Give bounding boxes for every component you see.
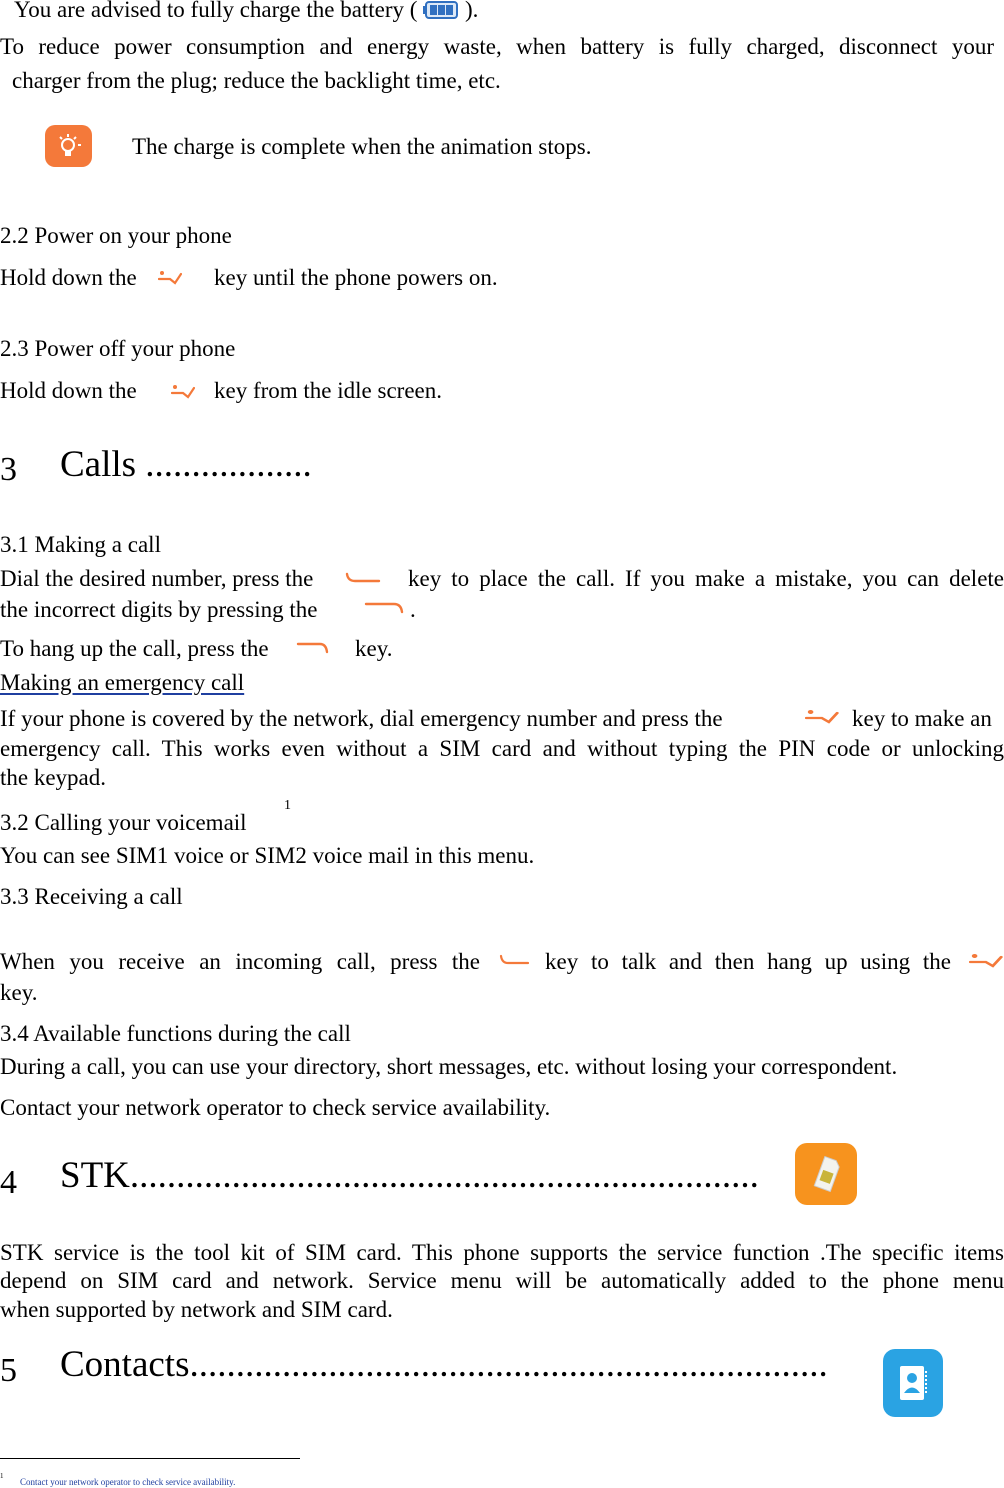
footnote-mark: 1 [0,1472,4,1480]
making-call-line2a: the incorrect digits by pressing the [0,597,318,622]
power-off-text-end: key from the idle screen. [214,378,442,403]
heading-available-functions: 3.4 Available functions during the call [0,1021,351,1046]
chapter-number-stk: 4 [0,1164,17,1201]
end-key-icon [969,953,1003,968]
right-softkey-icon [296,642,329,654]
heading-voicemail: 3.2 Calling your voicemail [0,810,247,835]
receiving-line1b: key to talk and then hang up using the [545,949,951,974]
reduce-power-line2: charger from the plug; reduce the backli… [12,68,501,93]
chapter-title-contacts: Contacts................................… [60,1344,828,1385]
battery-advice: You are advised to fully charge the batt… [14,0,478,23]
chapter-title-calls: Calls .................. [60,444,312,485]
receiving-line1a: When you receive an incoming call, press… [0,949,480,974]
footnote-text: Contact your network operator to check s… [20,1477,236,1487]
making-call-line1b: key to place the call. If you make a mis… [408,566,1004,591]
heading-power-on: 2.2 Power on your phone [0,223,232,248]
receiving-line2: key. [0,980,38,1005]
heading-power-off: 2.3 Power off your phone [0,336,236,361]
functions-line1: During a call, you can use your director… [0,1054,898,1079]
battery-icon [423,1,459,19]
making-call-line1a: Dial the desired number, press the [0,566,314,591]
chapter-number-calls: 3 [0,451,17,488]
emergency-line1a: If your phone is covered by the network,… [0,706,723,731]
contacts-icon [883,1349,943,1417]
voicemail-text: You can see SIM1 voice or SIM2 voice mai… [0,843,535,868]
lightbulb-tip-icon [45,125,92,167]
right-softkey-icon [364,602,404,614]
emergency-line3: the keypad. [0,765,107,790]
footnote-divider [0,1458,300,1459]
power-on-text: Hold down the [0,265,137,290]
stk-line2: depend on SIM card and network. Service … [0,1268,1004,1293]
charge-tip: The charge is complete when the animatio… [132,134,592,159]
heading-making-call: 3.1 Making a call [0,532,161,557]
sim-toolkit-icon [795,1143,857,1205]
heading-receiving-call: 3.3 Receiving a call [0,884,183,909]
functions-line2: Contact your network operator to check s… [0,1095,551,1120]
footnote-ref[interactable]: 1 [284,798,291,814]
emergency-line1b: key to make an [852,706,992,731]
battery-advice-end: ). [464,0,479,22]
end-key-icon [171,384,195,399]
emergency-heading-text: Making an emergency call [0,670,245,695]
chapter-title-stk: STK.....................................… [60,1155,759,1196]
stk-line1: STK service is the tool kit of SIM card.… [0,1240,1004,1265]
hang-up-text-end: key. [355,636,393,661]
power-off-text: Hold down the [0,378,137,403]
heading-emergency-call: Making an emergency call [0,670,244,696]
left-softkey-icon [499,954,530,965]
left-softkey-icon [345,572,381,583]
power-on-text-end: key until the phone powers on. [214,265,498,290]
making-call-line2b: . [410,597,416,622]
battery-advice-text: You are advised to fully charge the batt… [14,0,418,22]
chapter-number-contacts: 5 [0,1352,17,1389]
end-key-icon [158,270,182,285]
stk-line3: when supported by network and SIM card. [0,1297,393,1322]
reduce-power-line1: To reduce power consumption and energy w… [0,34,994,59]
hang-up-text: To hang up the call, press the [0,636,269,661]
emergency-line2: emergency call. This works even without … [0,736,1004,761]
end-key-icon [805,709,839,724]
